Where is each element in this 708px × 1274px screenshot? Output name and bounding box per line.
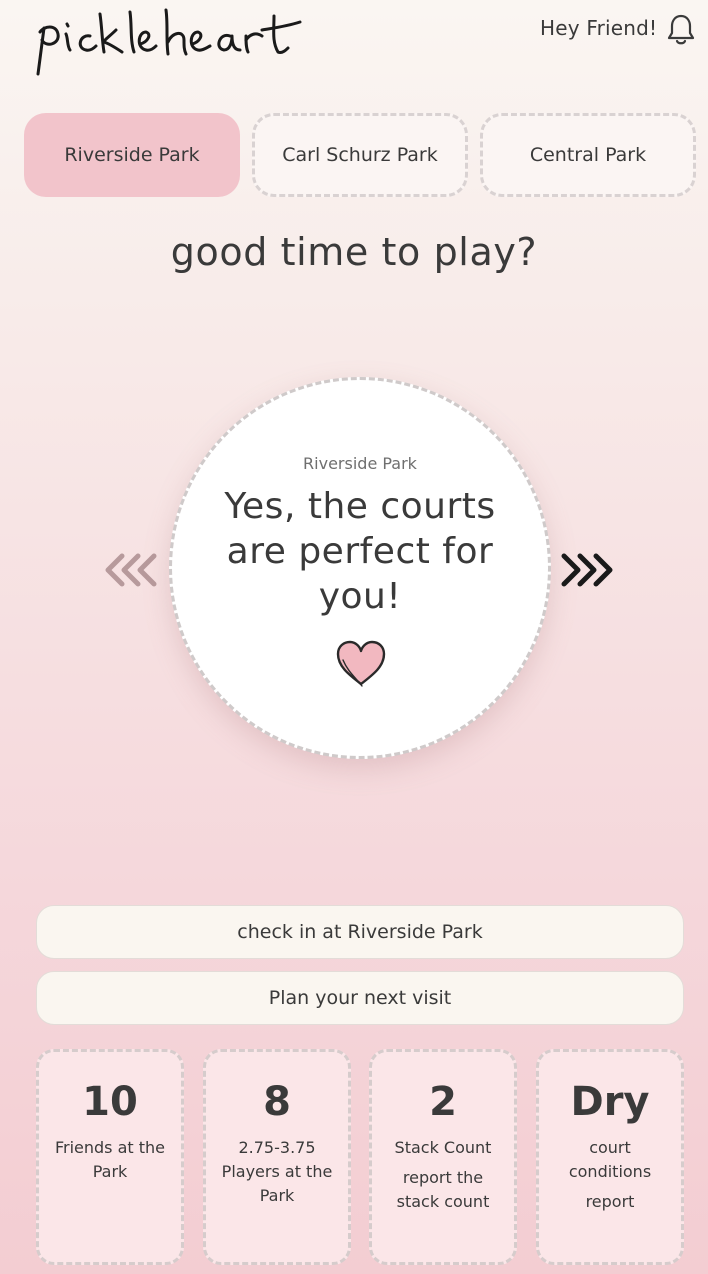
checkin-button[interactable]: check in at Riverside Park bbox=[36, 905, 684, 959]
status-message: Yes, the courts are perfect for you! bbox=[224, 486, 496, 617]
chevron-right-icon[interactable] bbox=[558, 548, 618, 592]
heart-icon bbox=[336, 640, 386, 687]
tab-central-park[interactable]: Central Park bbox=[480, 113, 696, 197]
report-court-conditions-link[interactable]: report bbox=[539, 1190, 681, 1214]
bell-icon[interactable] bbox=[666, 12, 696, 46]
stat-card-stack-count[interactable]: 2 Stack Count report the stack count bbox=[369, 1049, 517, 1265]
stat-value: 8 bbox=[263, 1079, 291, 1125]
stat-card-friends[interactable]: 10 Friends at the Park bbox=[36, 1049, 184, 1265]
greeting-text: Hey Friend! bbox=[540, 16, 658, 40]
question-heading: good time to play? bbox=[170, 230, 538, 274]
tab-riverside-park[interactable]: Riverside Park bbox=[24, 113, 240, 197]
stat-label: 2.75-3.75 Players at the Park bbox=[221, 1138, 333, 1205]
stat-card-court-conditions[interactable]: Dry court conditions report bbox=[536, 1049, 684, 1265]
stat-value: 10 bbox=[82, 1079, 138, 1125]
status-card: Riverside Park Yes, the courts are perfe… bbox=[169, 377, 551, 759]
chevron-left-icon[interactable] bbox=[102, 548, 162, 592]
stat-label: court conditions bbox=[568, 1138, 652, 1181]
report-stack-count-link[interactable]: report the stack count bbox=[372, 1166, 514, 1214]
stat-card-players[interactable]: 8 2.75-3.75 Players at the Park bbox=[203, 1049, 351, 1265]
status-park-name: Riverside Park bbox=[303, 454, 417, 473]
stat-value: 2 bbox=[429, 1079, 457, 1125]
pickleheart-logo[interactable] bbox=[34, 8, 304, 82]
plan-visit-button[interactable]: Plan your next visit bbox=[36, 971, 684, 1025]
park-tabs: Riverside Park Carl Schurz Park Central … bbox=[24, 113, 696, 197]
tab-carl-schurz-park[interactable]: Carl Schurz Park bbox=[252, 113, 468, 197]
app-header: Hey Friend! bbox=[0, 0, 708, 90]
stat-label: Stack Count bbox=[394, 1138, 492, 1157]
stat-value: Dry bbox=[570, 1079, 650, 1125]
stat-label: Friends at the Park bbox=[54, 1138, 166, 1181]
